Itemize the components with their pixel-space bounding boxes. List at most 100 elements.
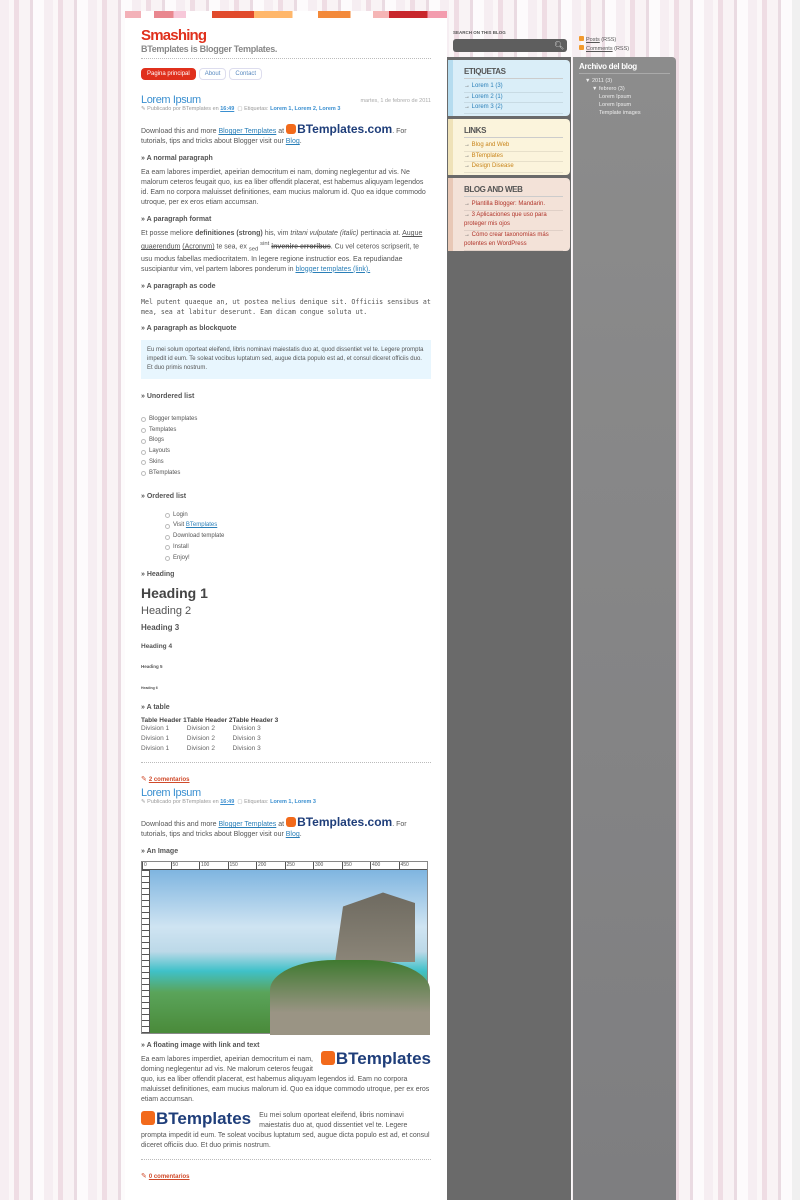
blogger-b-icon bbox=[141, 1111, 155, 1126]
triangle-down-icon[interactable]: ▼ bbox=[592, 86, 597, 92]
post-time-link[interactable]: 16:49 bbox=[220, 106, 234, 112]
labels-links[interactable]: Lorem 1, Lorem 2, Lorem 3 bbox=[270, 106, 340, 112]
widget-title: Archivo del blog bbox=[579, 62, 670, 74]
label-link[interactable]: → Lorem 3 (2) bbox=[464, 103, 563, 114]
search-icon[interactable]: 🔍︎ bbox=[554, 41, 564, 50]
label-text[interactable]: Lorem 2 (1) bbox=[472, 94, 503, 100]
list-item: Blogs bbox=[141, 435, 431, 446]
link-item[interactable]: → Blog and Web bbox=[464, 141, 563, 152]
text: te sea, ex bbox=[216, 243, 247, 251]
label-text[interactable]: Lorem 3 (2) bbox=[472, 104, 503, 110]
widget-blog-and-web: BLOG AND WEB → Plantilla Blogger: Mandar… bbox=[448, 178, 570, 251]
btemplates-link[interactable]: BTemplates bbox=[186, 522, 217, 528]
blogger-templates-link[interactable]: Blogger Templates bbox=[218, 128, 276, 135]
btemplates-logo-float-right[interactable]: BTemplates bbox=[320, 1050, 431, 1067]
comments-rss-link[interactable]: Comments bbox=[586, 46, 613, 52]
rss-suffix: (RSS) bbox=[601, 37, 617, 43]
feed-item[interactable]: → 3 Aplicaciones que uso para proteger m… bbox=[464, 211, 563, 231]
section-heading: » Unordered list bbox=[141, 392, 195, 400]
feed-text[interactable]: Cómo crear taxonomías más potentes en Wo… bbox=[464, 232, 549, 248]
post-title[interactable]: Lorem Ipsum bbox=[141, 787, 431, 799]
divider bbox=[141, 762, 431, 764]
ruler-tick: 150 bbox=[227, 862, 257, 870]
feed-text[interactable]: Plantilla Blogger: Mandarin. bbox=[472, 201, 545, 207]
list-item: BTemplates bbox=[141, 468, 431, 479]
landscape-image bbox=[150, 870, 430, 1036]
heading-4: Heading 4 bbox=[141, 643, 173, 651]
tab-contact[interactable]: Contact bbox=[229, 68, 263, 80]
acronym-text: (Acronym) bbox=[182, 243, 215, 251]
text: Et posse meliore bbox=[141, 230, 194, 237]
ruler-tick: 100 bbox=[199, 862, 228, 870]
section-heading: » Ordered list bbox=[141, 492, 187, 500]
comments-row: ✎ 0 comentarios bbox=[141, 1172, 431, 1180]
table-cell: Division 2 bbox=[186, 745, 215, 753]
triangle-down-icon[interactable]: ▼ bbox=[585, 78, 590, 84]
table-header: Table Header 3 bbox=[232, 717, 279, 725]
month-link[interactable]: febrero (3) bbox=[599, 86, 625, 92]
list-item: Templates bbox=[141, 425, 431, 436]
labels-links[interactable]: Lorem 1, Lorem 3 bbox=[270, 799, 316, 805]
archive-post[interactable]: Lorem Ipsum bbox=[579, 93, 670, 101]
comments-link[interactable]: 2 comentarios bbox=[149, 777, 190, 783]
blogger-b-icon bbox=[286, 817, 297, 828]
search-input[interactable] bbox=[453, 39, 567, 52]
heading-6: Heading 6 bbox=[141, 686, 158, 691]
list-item: Enjoy! bbox=[165, 553, 431, 564]
link-item[interactable]: → Design Disease bbox=[464, 162, 563, 173]
tab-home[interactable]: Pagina principal bbox=[141, 68, 196, 80]
post-time-link[interactable]: 16:49 bbox=[220, 799, 234, 805]
blogger-templates-link[interactable]: Blogger Templates bbox=[218, 821, 276, 828]
archive-post[interactable]: Template images bbox=[579, 109, 670, 117]
table-cell: Division 2 bbox=[186, 725, 215, 733]
section-heading: » A table bbox=[141, 704, 170, 712]
nav-tabs: Pagina principal About Contact bbox=[141, 68, 431, 80]
archive-year[interactable]: ▼ 2011 (3) bbox=[579, 77, 670, 85]
normal-paragraph: Ea eam labores imperdiet, apeirian democ… bbox=[141, 169, 426, 206]
search-label: SEARCH ON THIS BLOG bbox=[453, 30, 506, 35]
link-text[interactable]: BTemplates bbox=[472, 153, 503, 159]
list-item: Visit BTemplates bbox=[165, 520, 431, 531]
list-item: Blogger templates bbox=[141, 414, 431, 425]
comments-link[interactable]: 0 comentarios bbox=[149, 1174, 190, 1180]
post-meta: ✎ Publicado por BTemplates en 16:49 ▢ Et… bbox=[141, 106, 341, 112]
text: his, vim bbox=[264, 230, 289, 237]
table-cell: Division 3 bbox=[232, 745, 261, 753]
blogger-b-icon bbox=[320, 1051, 335, 1066]
blog-description: BTemplates is Blogger Templates. bbox=[141, 44, 278, 54]
post: martes, 1 de febrero de 2011 Lorem Ipsum… bbox=[141, 94, 431, 784]
blog-link[interactable]: Blog bbox=[286, 138, 300, 145]
blogger-templates-link[interactable]: blogger templates (link). bbox=[295, 266, 370, 273]
archive-month[interactable]: ▼ febrero (3) bbox=[579, 85, 670, 93]
archive-post[interactable]: Lorem Ipsum bbox=[579, 101, 670, 109]
scrollbar[interactable] bbox=[792, 0, 800, 1200]
ordered-list: Login Visit BTemplates Download template… bbox=[165, 510, 431, 564]
link-text[interactable]: Blog and Web bbox=[472, 142, 510, 148]
btemplates-logo-float-left[interactable]: BTemplates bbox=[141, 1110, 251, 1127]
link-text[interactable]: Design Disease bbox=[472, 163, 514, 169]
format-paragraph: Et posse meliore definitiones (strong) h… bbox=[141, 229, 431, 275]
posts-rss-link[interactable]: Posts bbox=[586, 37, 600, 43]
blog-link[interactable]: Blog bbox=[286, 831, 300, 838]
list-item: Download template bbox=[165, 531, 431, 542]
rss-icon bbox=[579, 44, 584, 50]
feed-text[interactable]: 3 Aplicaciones que uso para proteger mis… bbox=[464, 212, 547, 228]
label-text[interactable]: Lorem 1 (3) bbox=[472, 83, 503, 89]
section-heading: » An Image bbox=[141, 848, 179, 856]
btemplates-logo[interactable]: BTemplates.com bbox=[286, 815, 392, 829]
year-link[interactable]: 2011 (3) bbox=[592, 78, 612, 84]
tab-about[interactable]: About bbox=[198, 68, 227, 80]
label-link[interactable]: → Lorem 1 (3) bbox=[464, 82, 563, 93]
table-header: Table Header 1 bbox=[141, 717, 187, 725]
ruler-tick: 350 bbox=[341, 862, 371, 870]
section-heading: » A normal paragraph bbox=[141, 155, 213, 162]
blog-title[interactable]: Smashing bbox=[141, 27, 431, 44]
ruler-tick: 450 bbox=[398, 862, 428, 870]
link-item[interactable]: → BTemplates bbox=[464, 152, 563, 163]
table-row: Division 1 Division 2 Division 3 bbox=[141, 744, 278, 754]
btemplates-logo[interactable]: BTemplates.com bbox=[286, 122, 392, 136]
label-link[interactable]: → Lorem 2 (1) bbox=[464, 93, 563, 104]
ruler-tick: 250 bbox=[284, 862, 314, 870]
feed-item[interactable]: → Plantilla Blogger: Mandarin. bbox=[464, 200, 563, 211]
feed-item[interactable]: → Cómo crear taxonomías más potentes en … bbox=[464, 231, 563, 251]
